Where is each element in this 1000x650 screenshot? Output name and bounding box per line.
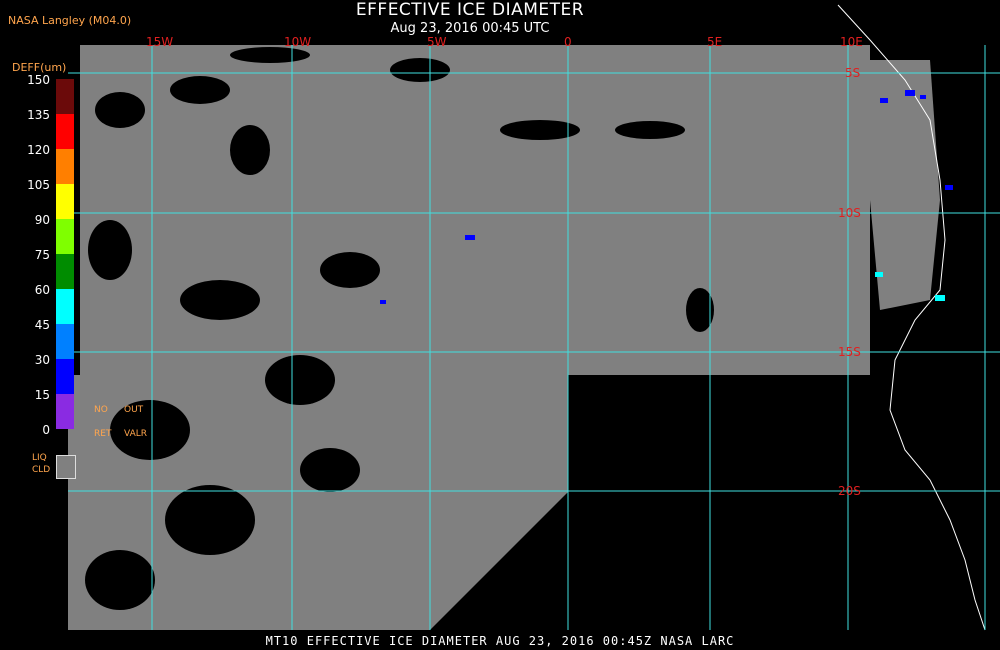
lat-label-10s: 10S	[838, 206, 861, 220]
map-subtitle: Aug 23, 2016 00:45 UTC	[390, 21, 550, 36]
lon-label-10w: 10W	[284, 35, 312, 49]
out-valr-label-bottom: VALR	[124, 429, 148, 439]
no-ret-label-top: NO	[94, 405, 108, 415]
liquid-cloud-swatch	[56, 455, 76, 479]
colorbar-tick-label: 15	[34, 388, 50, 402]
colorbar-tick-label: 90	[34, 213, 50, 227]
map-title: EFFECTIVE ICE DIAMETER	[355, 0, 585, 20]
lon-label-5w: 5W	[427, 35, 447, 49]
footer-caption: MT10 EFFECTIVE ICE DIAMETER AUG 23, 2016…	[265, 634, 735, 648]
out-valr-label-top: OUT	[124, 405, 144, 415]
satellite-map	[68, 4, 1000, 631]
lon-label-10e: 10E	[840, 35, 863, 49]
lat-label-5s: 5S	[845, 66, 861, 80]
colorbar	[56, 79, 74, 430]
colorbar-tick-label: 135	[27, 108, 50, 122]
colorbar-tick-label: 120	[27, 143, 50, 157]
colorbar-tick-label: 45	[34, 318, 50, 332]
lon-label-15w: 15W	[146, 35, 174, 49]
colorbar-swatch	[56, 184, 74, 219]
colorbar-swatch	[56, 394, 74, 429]
liq-cld-label-bottom: CLD	[32, 465, 51, 475]
colorbar-swatch	[56, 359, 74, 394]
liq-cld-label-top: LIQ	[32, 453, 47, 463]
colorbar-swatch	[56, 219, 74, 254]
colorbar-swatch	[56, 79, 74, 114]
colorbar-swatch	[56, 149, 74, 184]
lon-label-5e: 5E	[707, 35, 723, 49]
lon-label-0: 0	[564, 35, 572, 49]
lat-label-20s: 20S	[838, 484, 861, 498]
colorbar-tick-label: 30	[34, 353, 50, 367]
colorbar-tick-label: 105	[27, 178, 50, 192]
no-ret-label-bottom: RET	[94, 429, 112, 439]
lat-label-15s: 15S	[838, 345, 861, 359]
colorbar-swatch	[56, 114, 74, 149]
colorbar-tick-label: 75	[34, 248, 50, 262]
colorbar-tick-label: 150	[27, 73, 50, 87]
colorbar-swatch	[56, 254, 74, 289]
colorbar-tick-label: 0	[42, 423, 50, 437]
producer-label: NASA Langley (M04.0)	[8, 14, 132, 27]
colorbar-swatch	[56, 289, 74, 324]
colorbar-tick-label: 60	[34, 283, 50, 297]
colorbar-swatch	[56, 324, 74, 359]
